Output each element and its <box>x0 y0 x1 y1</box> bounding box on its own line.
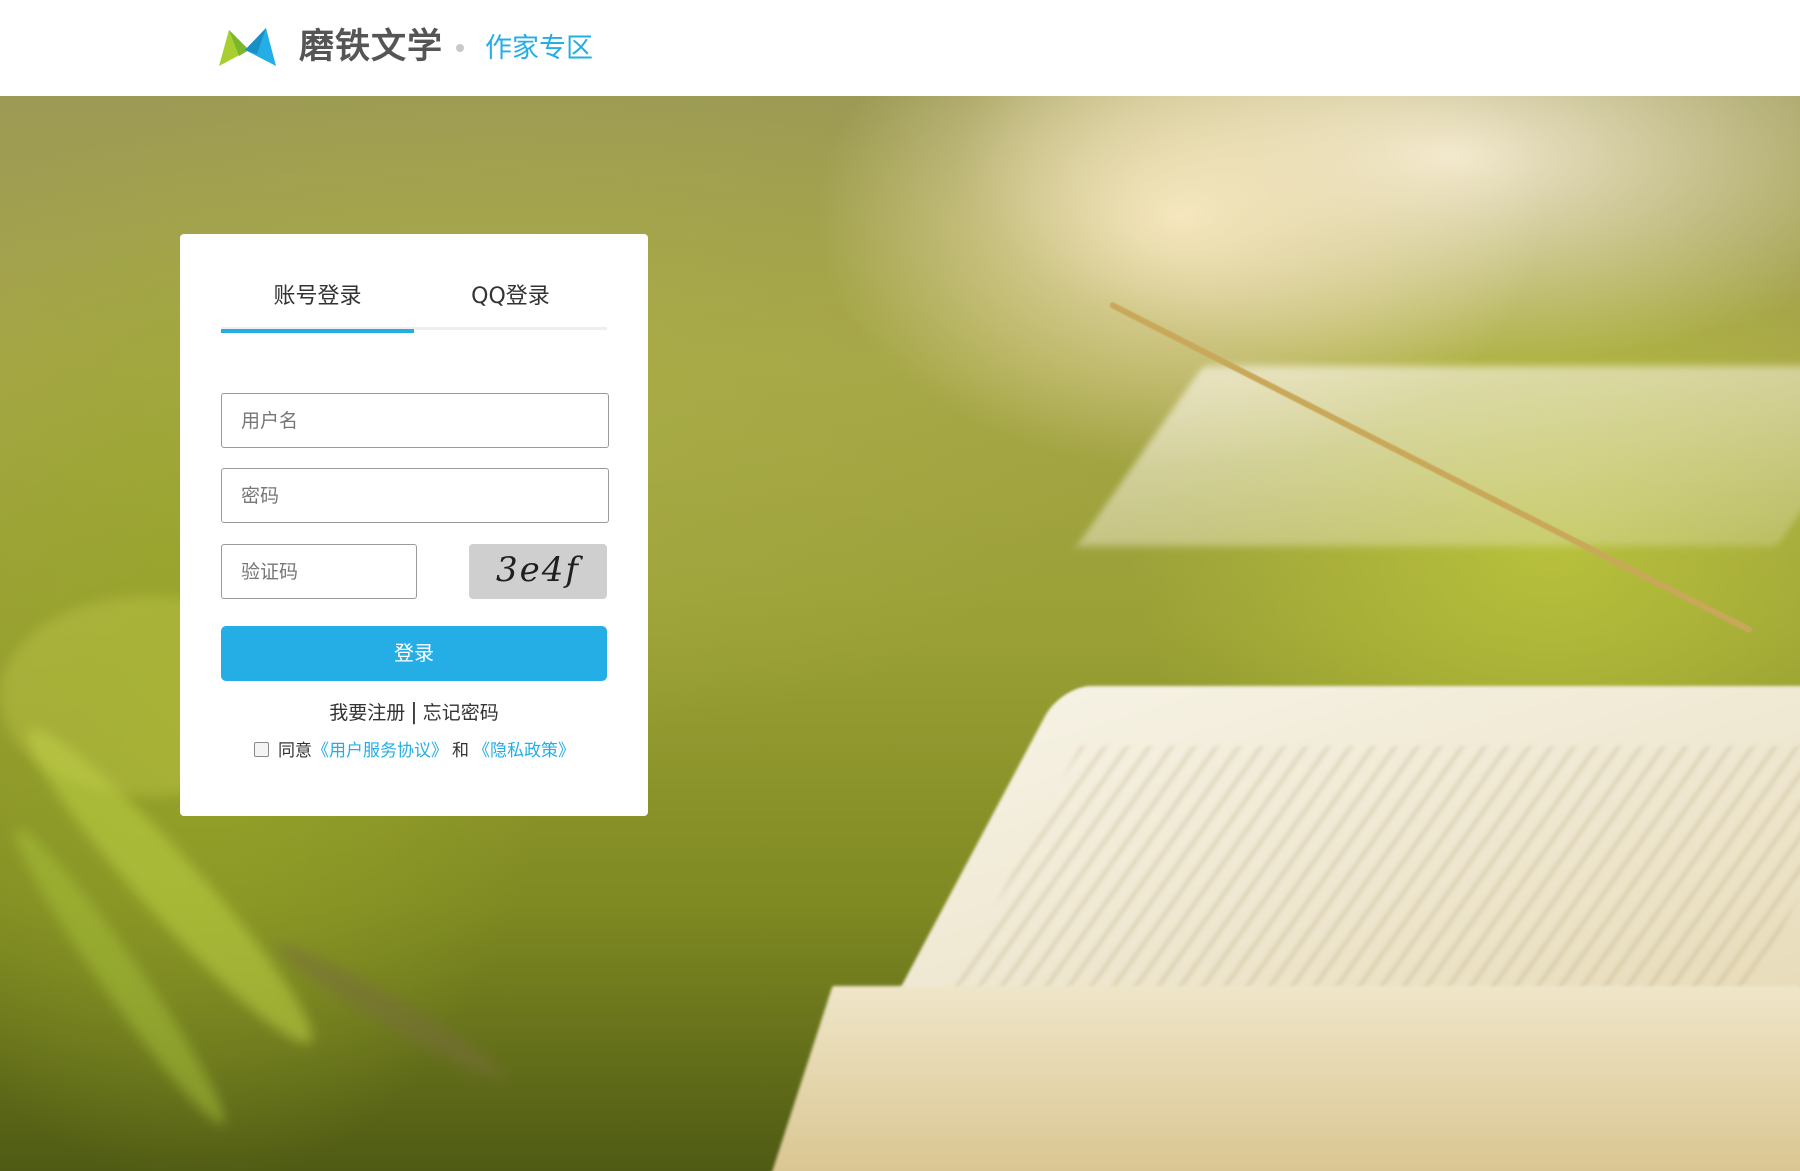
brand-separator-dot <box>456 44 464 52</box>
captcha-field[interactable] <box>221 544 417 599</box>
section-name[interactable]: 作家专区 <box>485 30 593 68</box>
grass-blade-decoration <box>269 933 511 1089</box>
privacy-link[interactable]: 《隐私政策》 <box>473 741 575 761</box>
agree-prefix: 同意 <box>278 741 312 761</box>
moti-logo-icon[interactable] <box>219 28 276 66</box>
username-field[interactable] <box>221 393 609 448</box>
captcha-image[interactable]: 3e4f <box>469 544 607 599</box>
link-separator: | <box>410 700 418 725</box>
password-input[interactable] <box>222 469 608 522</box>
login-tabs: 账号登录 QQ登录 <box>221 282 607 333</box>
password-field[interactable] <box>221 468 609 523</box>
captcha-input[interactable] <box>222 545 416 598</box>
login-card: 账号登录 QQ登录 3e4f 登录 我要注册|忘记密码 同意《用户服务协议》和《… <box>180 234 648 816</box>
raised-book-page <box>1076 366 1800 546</box>
brand-name[interactable]: 磨铁文学 <box>299 24 443 70</box>
agree-checkbox[interactable] <box>254 742 269 757</box>
forgot-password-link[interactable]: 忘记密码 <box>423 702 499 724</box>
terms-link[interactable]: 《用户服务协议》 <box>312 741 448 761</box>
captcha-text: 3e4f <box>496 550 580 590</box>
top-header: 磨铁文学 作家专区 <box>0 0 1800 96</box>
tab-account-login[interactable]: 账号登录 <box>221 282 414 333</box>
tab-qq-login[interactable]: QQ登录 <box>414 282 607 330</box>
register-link[interactable]: 我要注册 <box>329 702 405 724</box>
login-button[interactable]: 登录 <box>221 626 607 681</box>
account-links: 我要注册 | 忘记密码 <box>180 698 648 728</box>
agreement-row: 同意《用户服务协议》和《隐私政策》 <box>254 737 634 765</box>
username-input[interactable] <box>222 394 608 447</box>
agree-and: 和 <box>452 741 469 761</box>
open-book-lower-page <box>767 986 1800 1171</box>
